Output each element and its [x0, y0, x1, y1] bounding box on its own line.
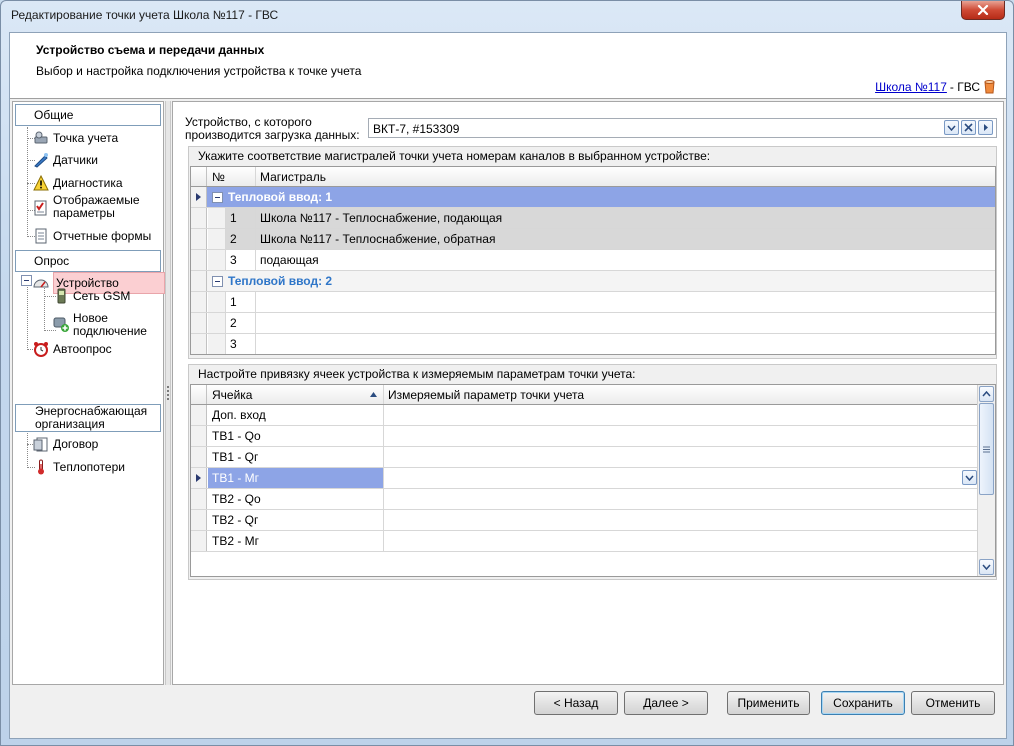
- hot-water-icon: [984, 80, 995, 94]
- apply-button[interactable]: Применить: [727, 691, 810, 715]
- contract-icon: [33, 436, 49, 452]
- cell-row[interactable]: ТВ1 - Qг: [191, 447, 979, 468]
- scroll-up-button[interactable]: [979, 386, 994, 402]
- splitter-grip[interactable]: [167, 386, 169, 400]
- client-area: Устройство съема и передачи данных Выбор…: [9, 32, 1007, 739]
- collapse-toggle[interactable]: [21, 275, 32, 286]
- sensor-icon: [33, 152, 49, 168]
- chevron-right-icon: [983, 124, 988, 131]
- cells-group: Настройте привязку ячеек устройства к из…: [188, 364, 997, 580]
- window-title: Редактирование точки учета Школа №117 - …: [11, 8, 279, 22]
- breadcrumb: Школа №117 - ГВС: [875, 79, 996, 94]
- channel-row[interactable]: 1: [191, 292, 995, 313]
- nav-item-diagnostics[interactable]: Диагностика: [33, 175, 123, 191]
- channel-row[interactable]: 1 Школа №117 - Теплоснабжение, подающая: [191, 208, 995, 229]
- cells-header: Ячейка Измеряемый параметр точки учета: [191, 385, 979, 405]
- cell-row[interactable]: Доп. вход: [191, 405, 979, 426]
- title-bar: Редактирование точки учета Школа №117 - …: [1, 1, 1013, 31]
- device-combo[interactable]: ВКТ-7, #153309: [368, 118, 997, 138]
- main-panel: Устройство, с которого производится загр…: [172, 101, 1004, 685]
- cells-caption: Настройте привязку ячеек устройства к из…: [198, 367, 636, 381]
- nav-group-supplier[interactable]: Энергоснабжающая организация: [15, 404, 161, 432]
- nav-item-autopoll[interactable]: Автоопрос: [33, 341, 112, 357]
- close-icon: [977, 5, 989, 15]
- nav-item-report-forms[interactable]: Отчетные формы: [33, 228, 151, 244]
- nav-group-polling[interactable]: Опрос: [15, 250, 161, 272]
- crumb-suffix: - ГВС: [949, 79, 980, 94]
- collapse-icon[interactable]: [212, 275, 223, 287]
- channel-row[interactable]: 2: [191, 313, 995, 334]
- nav-item-new-connection[interactable]: Новое подключение: [53, 312, 153, 338]
- new-connection-icon: [53, 316, 69, 332]
- cell-row[interactable]: ТВ2 - Qг: [191, 510, 979, 531]
- parameter-dropdown-button[interactable]: [962, 470, 977, 485]
- cell-row[interactable]: ТВ1 - Qo: [191, 426, 979, 447]
- device-clear-button[interactable]: [961, 120, 976, 135]
- cell-row[interactable]: ТВ2 - Mг: [191, 531, 979, 552]
- back-button[interactable]: < Назад: [534, 691, 618, 715]
- cancel-button[interactable]: Отменить: [911, 691, 995, 715]
- navigation-panel: Общие Точка учета Датчики Диагностика От: [12, 101, 165, 685]
- scroll-down-button[interactable]: [979, 559, 994, 575]
- school-link[interactable]: Школа №117: [875, 80, 947, 94]
- close-button[interactable]: [961, 1, 1005, 20]
- panel-splitter[interactable]: [165, 101, 171, 685]
- cell-row[interactable]: ТВ2 - Qo: [191, 489, 979, 510]
- chevron-up-icon: [982, 391, 991, 397]
- channels-header: № Магистраль: [191, 167, 995, 187]
- channels-group: Укажите соответствие магистралей точки у…: [188, 146, 997, 359]
- nav-item-gsm[interactable]: Сеть GSM: [53, 288, 130, 304]
- chevron-down-icon: [982, 564, 991, 570]
- alarm-clock-icon: [33, 341, 49, 357]
- clear-icon: [964, 123, 973, 132]
- channels-grid: № Магистраль Тепловой ввод: 1 1 Школа №1…: [190, 166, 996, 355]
- next-button[interactable]: Далее >: [624, 691, 708, 715]
- nav-item-sensors[interactable]: Датчики: [33, 152, 98, 168]
- group-row-1[interactable]: Тепловой ввод: 1: [191, 187, 995, 208]
- device-open-button[interactable]: [978, 120, 993, 135]
- chevron-down-icon: [947, 125, 956, 131]
- save-button[interactable]: Сохранить: [821, 691, 905, 715]
- device-dropdown-button[interactable]: [944, 120, 959, 135]
- wizard-header: Устройство съема и передачи данных Выбор…: [10, 33, 1006, 99]
- device-label: Устройство, с которого производится загр…: [185, 115, 360, 142]
- parameter-editor[interactable]: [384, 468, 979, 488]
- page-title: Устройство съема и передачи данных: [36, 43, 265, 57]
- col-number[interactable]: №: [208, 167, 256, 186]
- collapse-icon[interactable]: [212, 191, 223, 203]
- channel-row[interactable]: 2 Школа №117 - Теплоснабжение, обратная: [191, 229, 995, 250]
- grip-icon: [983, 446, 990, 452]
- sort-ascending-icon: [370, 392, 377, 397]
- col-parameter[interactable]: Измеряемый параметр точки учета: [384, 385, 979, 404]
- page-subtitle: Выбор и настройка подключения устройства…: [36, 64, 362, 78]
- gauge-icon: [33, 275, 49, 291]
- chevron-down-icon: [965, 475, 974, 481]
- nav-item-meter-point[interactable]: Точка учета: [33, 130, 118, 146]
- cell-row-selected[interactable]: ТВ1 - Mг: [191, 468, 979, 489]
- thermometer-icon: [33, 459, 49, 475]
- nav-item-heat-loss[interactable]: Теплопотери: [33, 459, 125, 475]
- warning-icon: [33, 175, 49, 191]
- nav-group-general[interactable]: Общие: [15, 104, 161, 126]
- col-cell[interactable]: Ячейка: [208, 385, 384, 404]
- phone-icon: [53, 288, 69, 304]
- checklist-icon: [33, 200, 49, 216]
- report-icon: [33, 228, 49, 244]
- channel-row[interactable]: 3 подающая: [191, 250, 995, 271]
- cells-scrollbar[interactable]: [977, 385, 995, 576]
- channels-caption: Укажите соответствие магистралей точки у…: [198, 149, 711, 163]
- col-main[interactable]: Магистраль: [256, 167, 995, 186]
- scroll-thumb[interactable]: [979, 403, 994, 495]
- editor-window: Редактирование точки учета Школа №117 - …: [0, 0, 1014, 746]
- nav-item-displayed-params[interactable]: Отображаемые параметры: [33, 194, 143, 220]
- row-pointer-icon: [196, 193, 201, 201]
- meter-point-icon: [33, 130, 49, 146]
- cells-grid: Ячейка Измеряемый параметр точки учета Д…: [190, 384, 996, 577]
- group-row-2[interactable]: Тепловой ввод: 2: [191, 271, 995, 292]
- row-pointer-icon: [196, 474, 201, 482]
- nav-item-contract[interactable]: Договор: [33, 436, 98, 452]
- channel-row[interactable]: 3: [191, 334, 995, 354]
